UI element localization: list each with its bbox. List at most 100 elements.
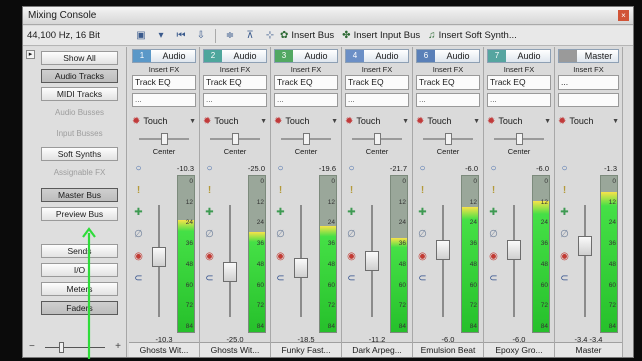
track-name[interactable]: Ghosts Wit...	[200, 342, 270, 357]
sends-toggle[interactable]: Sends	[41, 244, 118, 258]
insert-fx-label[interactable]: Insert FX	[487, 65, 551, 74]
automation-mode-dropdown[interactable]: ✹ Touch ▼	[132, 113, 196, 129]
audio-tracks-toggle[interactable]: Audio Tracks	[41, 69, 118, 83]
zoom-thumb[interactable]	[59, 342, 64, 353]
record-arm-icon[interactable]: ◉	[345, 251, 358, 263]
strip-header[interactable]: Master	[558, 49, 619, 63]
io-toggle[interactable]: I/O	[41, 263, 118, 277]
insert-fx-label[interactable]: Insert FX	[132, 65, 196, 74]
phase-icon[interactable]: ∅	[274, 229, 287, 241]
strip-header[interactable]: 2 Audio	[203, 49, 267, 63]
dropdown-icon[interactable]: ▾	[154, 30, 168, 42]
phase-icon[interactable]: ∅	[416, 229, 429, 241]
strip-layout-icon[interactable]: ▣	[134, 30, 148, 42]
fx-slot[interactable]: Track EQ	[416, 75, 480, 90]
mute-icon[interactable]: ○	[487, 163, 500, 175]
volume-fader[interactable]	[151, 205, 167, 317]
solo-icon[interactable]: !	[203, 185, 216, 197]
strip-header[interactable]: 3 Audio	[274, 49, 338, 63]
fader-thumb[interactable]	[223, 262, 237, 283]
fx-slot[interactable]: Track EQ	[203, 75, 267, 90]
fx-slot[interactable]: Track EQ	[487, 75, 551, 90]
arm-icon[interactable]: ≑	[223, 30, 237, 42]
fader-thumb[interactable]	[436, 239, 450, 260]
insert-fx-label[interactable]: Insert FX	[274, 65, 338, 74]
fx-slot[interactable]: Track EQ	[132, 75, 196, 90]
insert-fx-label[interactable]: Insert FX	[558, 65, 619, 74]
volume-fader[interactable]	[364, 205, 380, 317]
track-name[interactable]: Epoxy Gro...	[484, 342, 554, 357]
input-echo-icon[interactable]: ✚	[132, 207, 145, 219]
monitor-icon[interactable]: ⊂	[345, 273, 358, 285]
fx-slot-empty[interactable]: ...	[487, 93, 551, 107]
monitor-icon[interactable]: ⊂	[558, 273, 571, 285]
soft-synths-toggle[interactable]: Soft Synths	[41, 147, 118, 161]
pan-slider[interactable]	[342, 133, 412, 145]
fader-thumb[interactable]	[152, 247, 166, 268]
collapse-panel-icon[interactable]: ▸	[26, 50, 35, 59]
audio-busses-toggle[interactable]: Audio Busses	[41, 108, 118, 117]
pan-slider[interactable]	[129, 133, 199, 145]
track-name[interactable]: Emulsion Beat	[413, 342, 483, 357]
strip-header[interactable]: 7 Audio	[487, 49, 551, 63]
fx-slot-empty[interactable]	[558, 93, 619, 107]
input-echo-icon[interactable]: ✚	[274, 207, 287, 219]
insert-bus-button[interactable]: ✿ Insert Bus	[280, 30, 334, 41]
strip-header[interactable]: 6 Audio	[416, 49, 480, 63]
record-arm-icon[interactable]: ◉	[487, 251, 500, 263]
solo-icon[interactable]: !	[487, 185, 500, 197]
track-name[interactable]: Funky Fast...	[271, 342, 341, 357]
solo-icon[interactable]: ⊼	[243, 30, 257, 42]
routing-icon[interactable]: ⊹	[263, 30, 277, 42]
input-echo-icon[interactable]: ✚	[345, 207, 358, 219]
solo-icon[interactable]: !	[558, 185, 571, 197]
automation-mode-dropdown[interactable]: ✹ Touch ▼	[345, 113, 409, 129]
zoom-in-icon[interactable]: +	[115, 341, 121, 352]
pan-thumb[interactable]	[516, 133, 523, 145]
record-arm-icon[interactable]: ◉	[274, 251, 287, 263]
monitor-icon[interactable]: ⊂	[274, 273, 287, 285]
input-echo-icon[interactable]: ✚	[416, 207, 429, 219]
rewind-icon[interactable]: ⏮	[174, 30, 188, 42]
fx-slot[interactable]: ...	[558, 75, 619, 90]
record-arm-icon[interactable]: ◉	[558, 251, 571, 263]
fader-thumb[interactable]	[365, 251, 379, 271]
mute-icon[interactable]: ○	[558, 163, 571, 175]
faders-toggle[interactable]: Faders	[41, 301, 118, 315]
automation-mode-dropdown[interactable]: ✹ Touch ▼	[487, 113, 551, 129]
fx-slot-empty[interactable]: ...	[203, 93, 267, 107]
pan-thumb[interactable]	[232, 133, 239, 145]
mute-icon[interactable]: ○	[274, 163, 287, 175]
insert-fx-label[interactable]: Insert FX	[203, 65, 267, 74]
strip-header[interactable]: 4 Audio	[345, 49, 409, 63]
automation-mode-dropdown[interactable]: ✹ Touch ▼	[203, 113, 267, 129]
input-echo-icon[interactable]: ✚	[487, 207, 500, 219]
fx-slot[interactable]: Track EQ	[345, 75, 409, 90]
monitor-icon[interactable]: ⊂	[132, 273, 145, 285]
pan-thumb[interactable]	[303, 133, 310, 145]
snap-icon[interactable]: ⇩	[194, 30, 208, 42]
mute-icon[interactable]: ○	[132, 163, 145, 175]
fx-slot[interactable]: Track EQ	[274, 75, 338, 90]
phase-icon[interactable]: ∅	[558, 229, 571, 241]
mute-icon[interactable]: ○	[203, 163, 216, 175]
mute-icon[interactable]: ○	[345, 163, 358, 175]
insert-fx-label[interactable]: Insert FX	[345, 65, 409, 74]
monitor-icon[interactable]: ⊂	[416, 273, 429, 285]
zoom-slider[interactable]: − +	[29, 341, 121, 355]
automation-mode-dropdown[interactable]: ✹ Touch ▼	[416, 113, 480, 129]
show-all-button[interactable]: Show All	[41, 51, 118, 65]
strip-header[interactable]: 1 Audio	[132, 49, 196, 63]
preview-bus-toggle[interactable]: Preview Bus	[41, 207, 118, 221]
automation-mode-dropdown[interactable]: ✹ Touch ▼	[274, 113, 338, 129]
pan-thumb[interactable]	[161, 133, 168, 145]
phase-icon[interactable]: ∅	[487, 229, 500, 241]
zoom-out-icon[interactable]: −	[29, 341, 35, 352]
pan-thumb[interactable]	[374, 133, 381, 145]
fader-thumb[interactable]	[294, 258, 308, 279]
phase-icon[interactable]: ∅	[132, 229, 145, 241]
pan-slider[interactable]	[484, 133, 554, 145]
pan-slider[interactable]	[271, 133, 341, 145]
track-name[interactable]: Dark Arpeg...	[342, 342, 412, 357]
volume-fader[interactable]	[435, 205, 451, 317]
